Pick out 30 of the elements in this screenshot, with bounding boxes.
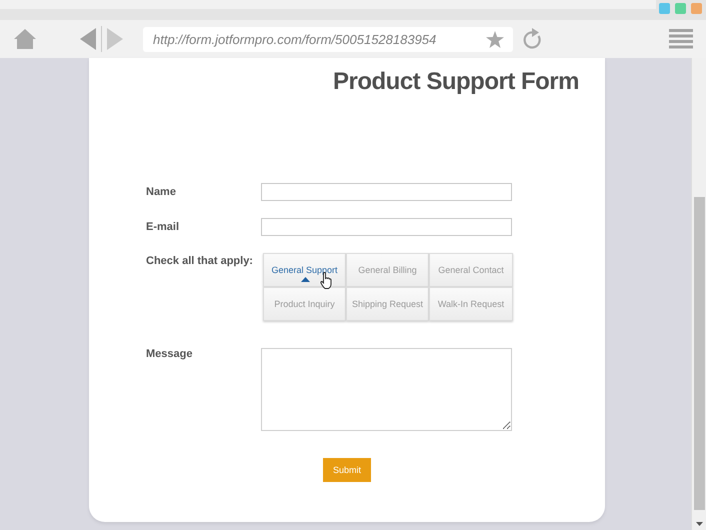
star-icon[interactable]: [486, 30, 504, 48]
back-icon[interactable]: [80, 28, 96, 50]
option-button[interactable]: Shipping Request: [346, 287, 429, 321]
option-button[interactable]: General Support: [263, 253, 346, 287]
scrollbar-thumb[interactable]: [694, 197, 705, 510]
message-field[interactable]: [261, 348, 512, 431]
scrollbar[interactable]: [691, 58, 706, 530]
menu-icon[interactable]: [669, 29, 693, 49]
field-label: Message: [146, 348, 194, 360]
reload-icon[interactable]: [523, 28, 543, 50]
window-button[interactable]: [691, 3, 702, 14]
window-button[interactable]: [675, 3, 686, 14]
scroll-down-icon[interactable]: [696, 522, 703, 526]
field-label: Check all that apply:: [146, 254, 254, 267]
forward-icon[interactable]: [107, 28, 123, 50]
caret-icon: [301, 277, 310, 282]
text-field[interactable]: [261, 183, 512, 201]
home-icon[interactable]: [14, 29, 36, 49]
option-button[interactable]: General Contact: [429, 253, 513, 287]
address-bar[interactable]: http://form.jotformpro.com/form/50051528183954: [143, 26, 513, 52]
url-text: http://form.jotformpro.com/form/50051528183954: [153, 32, 436, 46]
submit-button[interactable]: Submit: [323, 458, 371, 482]
window-button[interactable]: [659, 3, 670, 14]
field-label: E-mail: [146, 221, 180, 233]
field-label: Name: [146, 186, 177, 198]
option-button[interactable]: Product Inquiry: [263, 287, 346, 321]
text-field[interactable]: [261, 218, 512, 236]
option-button[interactable]: Walk-In Request: [429, 287, 513, 321]
form-title: Product Support Form: [333, 68, 580, 97]
option-button[interactable]: General Billing: [346, 253, 429, 287]
